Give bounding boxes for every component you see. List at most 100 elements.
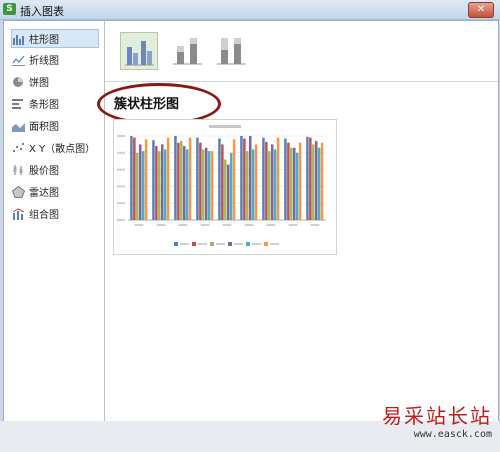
sidebar-item-line[interactable]: 折线图: [12, 51, 98, 68]
bar: [166, 137, 170, 220]
x-tick-label: [200, 224, 210, 226]
title-bar: S 插入图表 ✕: [0, 0, 500, 20]
x-tick-label: [266, 224, 276, 226]
legend-swatch: [264, 242, 268, 246]
sidebar-item-area[interactable]: 面积图: [12, 117, 98, 134]
y-tick-label: [117, 219, 125, 221]
close-button[interactable]: ✕: [468, 2, 494, 18]
bar: [309, 137, 312, 220]
bar: [243, 138, 246, 220]
x-tick-label: [244, 224, 254, 226]
legend-label: [270, 243, 279, 245]
legend-swatch: [228, 242, 232, 246]
sidebar-item-label: 饼图: [29, 78, 49, 89]
bar: [183, 146, 186, 220]
bar: [306, 136, 309, 220]
bar: [315, 141, 318, 220]
x-tick-label: [156, 224, 166, 226]
bar: [265, 141, 268, 220]
bar: [221, 144, 224, 220]
bar-chart-icon: [12, 98, 25, 110]
bar: [246, 151, 249, 220]
y-tick-label: [117, 202, 125, 205]
combo-chart-icon: [12, 207, 25, 220]
bar: [268, 151, 271, 220]
bar: [163, 149, 167, 220]
bar: [295, 152, 299, 220]
watermark-title: 易采站长站: [382, 404, 492, 428]
legend-swatch: [174, 242, 178, 246]
legend-label: [234, 243, 243, 245]
bar: [254, 144, 258, 220]
bar: [174, 136, 177, 220]
sidebar-item-radar[interactable]: 雷达图: [11, 183, 98, 200]
bar: [284, 138, 287, 220]
legend-swatch: [192, 242, 196, 246]
app-icon: S: [3, 3, 16, 15]
sidebar-item-label: 股价图: [29, 166, 59, 177]
stacked-column-icon[interactable]: [169, 32, 205, 68]
sidebar-item-label: 条形图: [29, 100, 59, 111]
bar: [144, 139, 148, 220]
chart-preview-svg: [117, 125, 326, 246]
bar: [155, 146, 158, 220]
y-tick-label: [117, 151, 125, 154]
bar: [196, 137, 199, 220]
sidebar-item-combo[interactable]: 组合图: [12, 205, 98, 222]
bar: [240, 136, 243, 220]
y-tick-label: [117, 185, 125, 188]
bar: [298, 142, 302, 220]
subtype-strip: [105, 21, 498, 82]
bar: [210, 151, 214, 220]
legend-label: [216, 243, 225, 245]
sidebar-item-label: X Y（散点图）: [29, 144, 96, 155]
bar: [180, 141, 183, 220]
sidebar-item-bar[interactable]: 条形图: [12, 95, 98, 112]
area-chart-icon: [12, 120, 25, 132]
bar: [262, 137, 265, 220]
watermark: 易采站长站 www.easck.com: [382, 400, 492, 440]
legend-swatch: [246, 242, 250, 246]
bar: [273, 149, 277, 220]
chart-preview[interactable]: [113, 119, 337, 255]
scatter-chart-icon: [12, 142, 25, 154]
sidebar-item-pie[interactable]: 饼图: [12, 73, 98, 90]
x-tick-label: [310, 224, 320, 226]
legend-label: [198, 243, 207, 245]
bar: [224, 159, 227, 220]
bar: [202, 149, 205, 220]
radar-chart-icon: [11, 185, 26, 198]
insert-chart-dialog: 柱形图折线图饼图条形图面积图 X Y（散点图） 股价图雷达图组合图: [3, 20, 499, 422]
watermark-url: www.easck.com: [413, 429, 492, 440]
line-chart-icon: [12, 54, 25, 66]
sidebar-item-scatter[interactable]: X Y（散点图）: [12, 139, 98, 156]
x-tick-label: [222, 224, 232, 226]
sidebar-item-label: 组合图: [29, 210, 59, 221]
bar: [158, 151, 161, 220]
sidebar-item-label: 折线图: [29, 56, 59, 67]
chart-title-mark: [209, 125, 241, 128]
bar: [312, 144, 315, 220]
bar: [249, 136, 252, 220]
bar: [251, 149, 255, 220]
bar: [293, 147, 296, 220]
pie-chart-icon: [12, 76, 25, 88]
bar: [317, 147, 321, 220]
sidebar-item-label: 雷达图: [29, 188, 59, 199]
bar: [136, 152, 139, 220]
clustered-column-icon[interactable]: [120, 32, 158, 70]
sidebar-item-label: 柱形图: [29, 35, 59, 46]
bar: [290, 147, 293, 220]
y-tick-label: [117, 168, 125, 171]
sidebar-item-stock[interactable]: 股价图: [12, 161, 98, 178]
y-tick-label: [117, 135, 125, 137]
bar: [207, 151, 211, 220]
x-tick-label: [134, 224, 144, 226]
bar: [177, 142, 180, 220]
legend-label: [252, 243, 261, 245]
percent-stacked-column-icon[interactable]: [213, 32, 249, 68]
bar: [152, 140, 155, 220]
sidebar-item-column[interactable]: 柱形图: [11, 29, 99, 48]
bar: [188, 137, 192, 220]
bar: [161, 144, 164, 220]
